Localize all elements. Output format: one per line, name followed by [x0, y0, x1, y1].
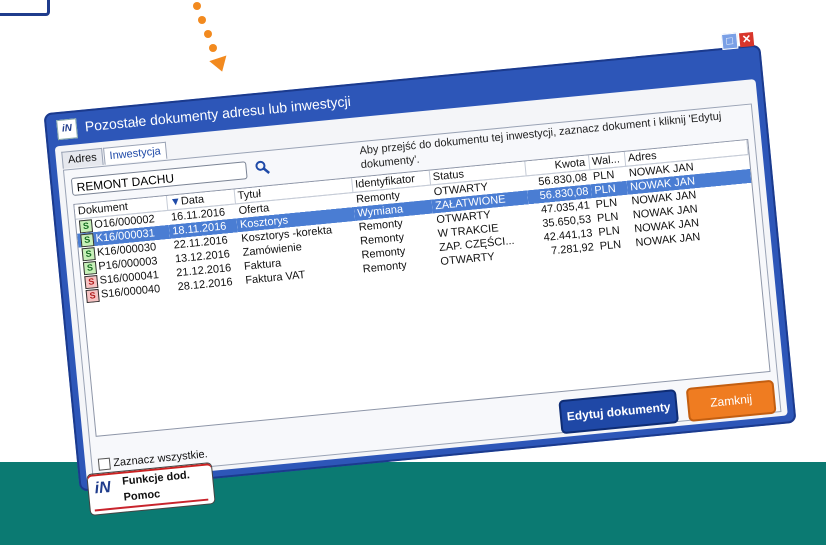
document-type-icon: S: [81, 246, 96, 261]
dialog-body: Adres Inwestycja REMONT DACHU Aby przejść…: [54, 78, 788, 483]
arrow-head-icon: [209, 55, 231, 75]
document-type-icon: S: [78, 218, 94, 233]
document-type-icon: S: [85, 288, 100, 303]
edit-documents-button[interactable]: Edytuj dokumenty: [558, 389, 680, 435]
arrow-dot: [193, 2, 201, 10]
app-logo-icon: iN: [93, 478, 112, 498]
search-icon[interactable]: [254, 159, 274, 179]
column-header-data-label: Data: [180, 193, 205, 208]
maximize-icon[interactable]: □: [720, 32, 739, 51]
arrow-dot: [204, 30, 212, 38]
functions-label: Funkcje dod.: [121, 469, 191, 488]
cell-waluta: PLN: [599, 238, 622, 253]
corner-window-fragment: [0, 0, 50, 16]
app-logo-icon: iN: [56, 118, 78, 141]
document-type-icon: S: [80, 232, 95, 247]
close-icon[interactable]: ✕: [738, 32, 755, 48]
tab-panel: REMONT DACHU Aby przejść do dokumentu te…: [62, 103, 782, 479]
document-type-icon: S: [82, 260, 98, 275]
help-label: Pomoc: [123, 488, 161, 504]
documents-dialog: iN Pozostałe dokumenty adresu lub inwest…: [43, 32, 797, 492]
checkbox-icon[interactable]: [97, 457, 111, 471]
arrow-dot: [209, 44, 217, 52]
document-type-icon: S: [84, 274, 99, 289]
window-controls: □ ✕: [719, 29, 755, 51]
close-button[interactable]: Zamknij: [685, 379, 777, 422]
arrow-dot: [198, 16, 206, 24]
